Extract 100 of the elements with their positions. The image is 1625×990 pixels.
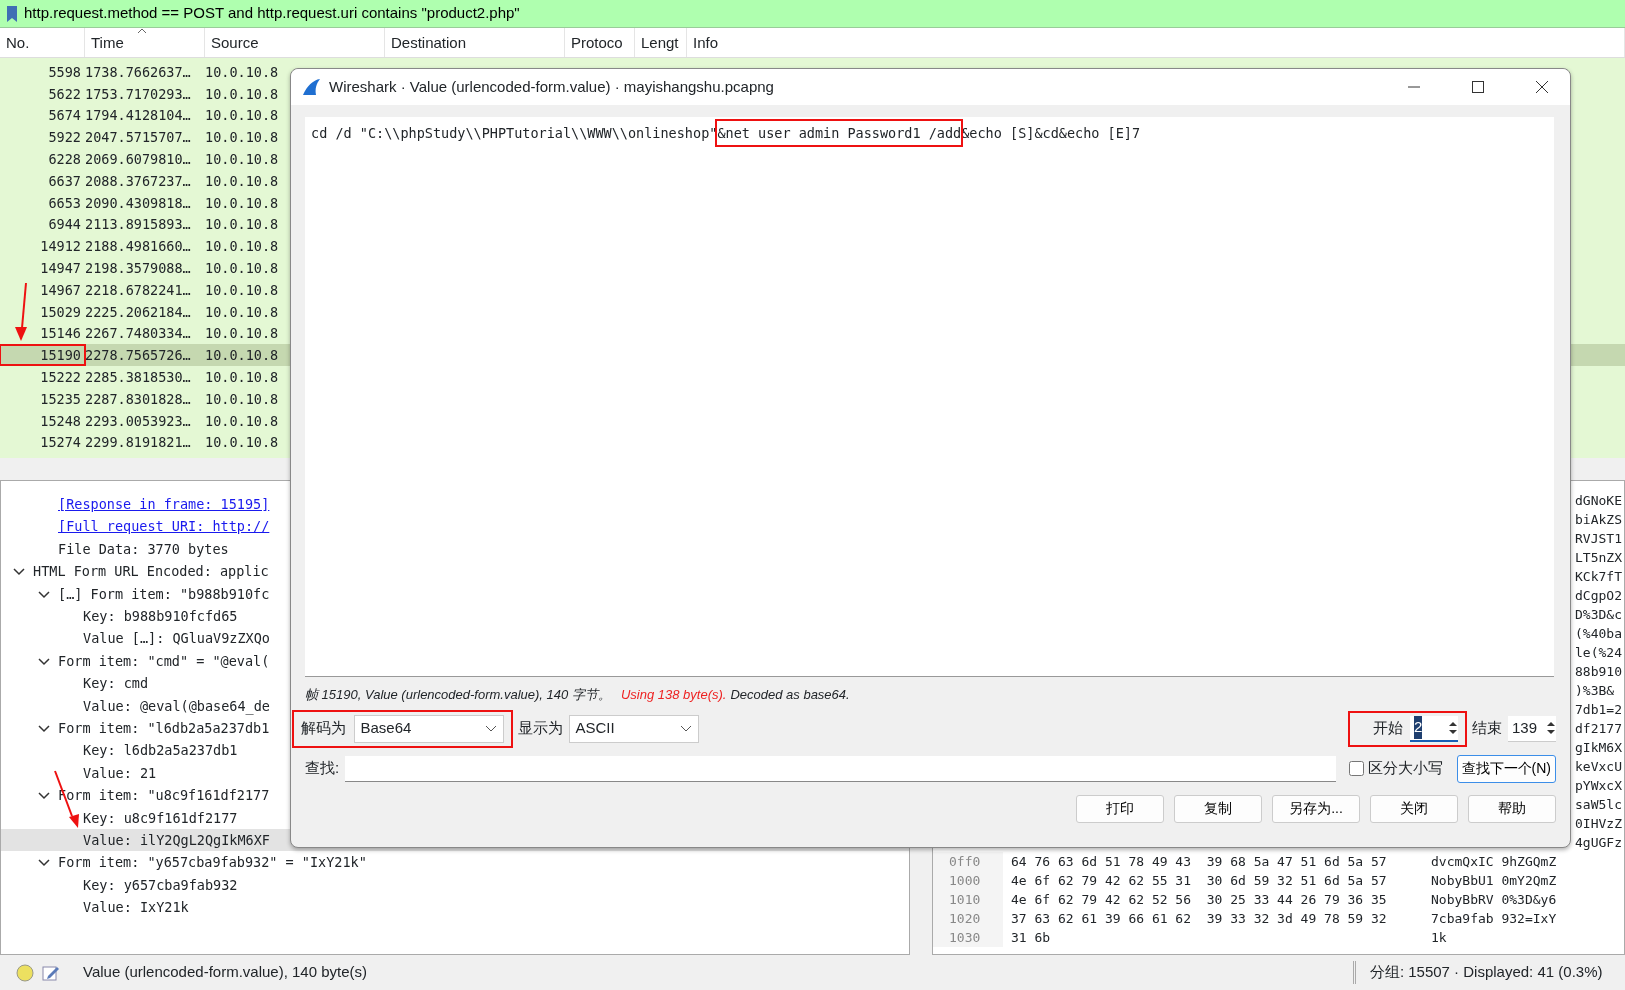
hex-bytes: 4e 6f 62 79 42 62 52 56 30 25 33 44 26 79 36 35 <box>1011 892 1387 907</box>
packet-source: 10.0.10.8 <box>205 238 279 255</box>
tree-item-text: Value: IxY21k <box>83 898 189 918</box>
dialog-button[interactable]: 关闭 <box>1370 794 1458 823</box>
ascii-text: (%40ba <box>1575 626 1622 641</box>
chevron-down-icon <box>484 724 497 733</box>
column-header[interactable]: Time <box>91 34 124 51</box>
packet-number: 5622 <box>47 84 82 104</box>
packet-number: 15029 <box>39 302 82 322</box>
dialog-button[interactable]: 复制 <box>1174 794 1262 823</box>
spin-arrows-icon <box>1546 720 1556 736</box>
packet-number: 6637 <box>47 171 82 191</box>
packet-source: 10.0.10.8 <box>205 194 279 211</box>
packet-source: 10.0.10.8 <box>205 368 279 385</box>
tree-item-text: Form item: "y657cba9fab932" = "IxY21k" <box>58 853 367 873</box>
dialog-button[interactable]: 另存为... <box>1272 794 1360 823</box>
packet-time: 1738.7662637… <box>85 63 191 80</box>
ascii-text: 4gUGFz <box>1575 835 1622 850</box>
hex-offset: 0ff0 <box>949 854 981 869</box>
tree-item-text: Key: l6db2a5a237db1 <box>83 741 238 761</box>
hex-offset: 1020 <box>949 911 981 926</box>
ascii-text: 7cba9fab 932=IxY <box>1431 911 1557 926</box>
ascii-text: keVxcU <box>1575 759 1622 774</box>
packet-number: 6944 <box>47 215 82 235</box>
tree-item-text: Form item: "cmd" = "@eval( <box>58 651 270 671</box>
packet-time: 2188.4981660… <box>85 238 191 255</box>
packet-number: 15235 <box>39 389 82 409</box>
packet-time: 2113.8915893… <box>85 216 191 233</box>
packet-source: 10.0.10.8 <box>205 347 279 364</box>
column-header[interactable]: Lengt <box>641 34 679 51</box>
packet-time: 2293.0053923… <box>85 412 191 429</box>
field-label: 结束 <box>1472 718 1502 739</box>
dropdown[interactable]: Base64 <box>353 714 504 743</box>
packet-number: 15248 <box>39 411 82 431</box>
link[interactable]: [Response in frame: 15195] <box>58 494 270 515</box>
fin-icon <box>301 78 321 96</box>
dialog-button[interactable]: 帮助 <box>1468 794 1556 823</box>
packet-time: 2267.7480334… <box>85 325 191 342</box>
ascii-text: pYWxcX <box>1575 778 1622 793</box>
packet-time: 1794.4128104… <box>85 107 191 124</box>
packet-number: 15274 <box>39 433 82 453</box>
checkbox[interactable] <box>1349 761 1365 776</box>
column-header[interactable]: Info <box>693 34 719 51</box>
packet-source: 10.0.10.8 <box>205 129 279 146</box>
tree-item-text: Value: 21 <box>83 763 157 783</box>
window-title: Wireshark · Value (urlencoded-form.value) · mayishangshu.pcapng <box>329 76 774 97</box>
ascii-text: saW5lc <box>1575 797 1622 812</box>
hex-bytes: 31 6b <box>1011 930 1051 945</box>
ascii-text: 7db1=2 <box>1575 702 1622 717</box>
packet-time: 2218.6782241… <box>85 281 191 298</box>
packet-source: 10.0.10.8 <box>205 259 279 276</box>
packet-time: 2090.4309818… <box>85 194 191 211</box>
chevron-down-icon <box>679 724 692 733</box>
info-text: 帧 15190, Value (urlencoded-form.value), 140 字节。 <box>305 686 611 704</box>
packet-number: 15190 <box>0 345 85 366</box>
ascii-text: gIkM6X <box>1575 740 1622 755</box>
spin-box[interactable]: 2 <box>1410 715 1458 742</box>
tree-item-text: […] Form item: "b988b910fc <box>58 584 270 604</box>
packet-source: 10.0.10.8 <box>205 390 279 407</box>
packet-source: 10.0.10.8 <box>205 85 279 102</box>
ascii-text: 1k <box>1431 930 1447 945</box>
packet-time: 2047.5715707… <box>85 129 191 146</box>
column-header[interactable]: No. <box>6 34 30 51</box>
packet-number: 14947 <box>39 258 82 278</box>
dialog-button[interactable]: 打印 <box>1076 794 1164 823</box>
ascii-text: dvcmQxIC 9hZGQmZ <box>1431 854 1557 869</box>
spin-box[interactable]: 139 <box>1508 715 1556 742</box>
ascii-text: biAkZS <box>1575 512 1622 527</box>
column-header[interactable]: Protoco <box>571 34 623 51</box>
field-label: 查找: <box>305 758 340 779</box>
column-header[interactable]: Destination <box>391 34 467 51</box>
packet-number: 14912 <box>39 237 82 257</box>
hex-offset: 1010 <box>949 892 981 907</box>
filter-bar[interactable]: http.request.method == POST and http.request.uri contains "product2.php" <box>0 0 1625 28</box>
packet-time: 2225.2062184… <box>85 303 191 320</box>
packet-time: 2088.3767237… <box>85 172 191 189</box>
field-label: 显示为 <box>517 718 563 739</box>
ascii-text: 88b910 <box>1575 664 1622 679</box>
dropdown[interactable]: ASCII <box>568 714 699 743</box>
packet-time: 2198.3579088… <box>85 259 191 276</box>
ascii-text: D%3D&c <box>1575 607 1622 622</box>
find-next-button[interactable]: 查找下一个(N) <box>1456 754 1556 783</box>
packet-source: 10.0.10.8 <box>205 325 279 342</box>
hex-bytes: 37 63 62 61 39 66 61 62 39 33 32 3d 49 78 59 32 <box>1011 911 1387 926</box>
ascii-text: le(%24 <box>1575 645 1622 660</box>
tree-item-text: Key: cmd <box>83 674 149 694</box>
hex-offset: 1000 <box>949 873 981 888</box>
bookmark-icon <box>6 4 18 23</box>
column-header[interactable]: Source <box>211 34 259 51</box>
packet-number: 5674 <box>47 106 82 126</box>
tree-item-text: Form item: "l6db2a5a237db1 <box>58 718 270 738</box>
filter-field[interactable]: http.request.method == POST and http.request.uri contains "product2.php" <box>24 2 1625 25</box>
tree-item-text: Value […]: QGluaV9zZXQo <box>83 629 270 649</box>
packet-time: 1753.7170293… <box>85 85 191 102</box>
packet-number: 15222 <box>39 367 82 387</box>
link[interactable]: [Full request URI: http:// <box>58 516 270 537</box>
find-field[interactable] <box>345 755 1336 782</box>
packet-time: 2287.8301828… <box>85 390 191 407</box>
hex-offset: 1030 <box>949 930 981 945</box>
packet-time: 2285.3818530… <box>85 368 191 385</box>
